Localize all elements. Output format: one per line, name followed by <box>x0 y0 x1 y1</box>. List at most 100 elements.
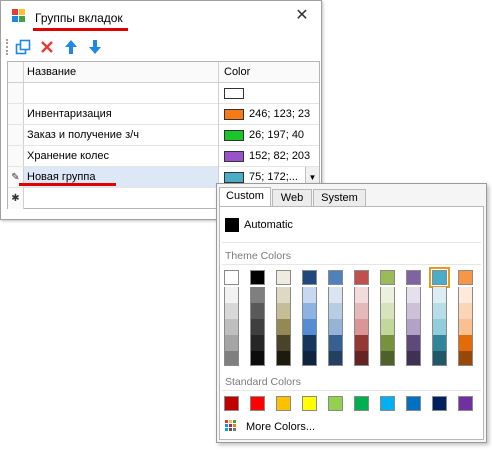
theme-color-swatch[interactable] <box>276 351 291 366</box>
standard-color-swatch[interactable] <box>328 396 343 411</box>
theme-color-swatch[interactable] <box>276 319 291 335</box>
theme-color-swatch[interactable] <box>328 335 343 351</box>
table-row[interactable]: Хранение колес 152; 82; 203 <box>8 146 319 167</box>
delete-button[interactable] <box>38 38 56 56</box>
color-cell[interactable]: 26; 197; 40 <box>218 125 319 146</box>
standard-color-swatch[interactable] <box>406 396 421 411</box>
theme-color-swatch[interactable] <box>250 287 265 303</box>
theme-color-swatch[interactable] <box>224 270 239 285</box>
new-row-marker[interactable]: ✱ <box>8 188 24 209</box>
theme-color-swatch[interactable] <box>276 287 291 303</box>
theme-color-swatch[interactable] <box>354 287 369 303</box>
move-down-button[interactable] <box>86 38 104 56</box>
theme-color-swatch[interactable] <box>276 335 291 351</box>
table-row[interactable]: Инвентаризация 246; 123; 23 <box>8 104 319 125</box>
theme-color-swatch[interactable] <box>354 335 369 351</box>
theme-color-swatch[interactable] <box>354 303 369 319</box>
theme-color-swatch[interactable] <box>224 303 239 319</box>
standard-color-swatch[interactable] <box>224 396 239 411</box>
theme-color-swatch[interactable] <box>406 303 421 319</box>
theme-color-swatch[interactable] <box>432 303 447 319</box>
row-selector[interactable] <box>8 146 24 166</box>
theme-color-swatch[interactable] <box>406 270 421 285</box>
close-button[interactable]: ✕ <box>293 7 311 25</box>
theme-color-swatch[interactable] <box>380 303 395 319</box>
theme-color-swatch[interactable] <box>328 287 343 303</box>
more-colors-link[interactable]: More Colors... <box>246 421 315 433</box>
theme-color-swatch[interactable] <box>429 267 450 288</box>
theme-color-swatch[interactable] <box>328 270 343 285</box>
theme-color-swatch[interactable] <box>224 287 239 303</box>
theme-color-swatch[interactable] <box>458 270 473 285</box>
color-cell[interactable]: 246; 123; 23 <box>218 104 319 125</box>
theme-color-swatch[interactable] <box>380 351 395 366</box>
theme-color-swatch[interactable] <box>224 351 239 366</box>
standard-color-swatch[interactable] <box>354 396 369 411</box>
theme-color-swatch[interactable] <box>458 351 473 366</box>
group-name[interactable]: Новая группа <box>27 171 95 183</box>
theme-color-swatch[interactable] <box>406 335 421 351</box>
color-cell[interactable] <box>218 83 319 104</box>
theme-color-swatch[interactable] <box>328 303 343 319</box>
theme-color-swatch[interactable] <box>432 319 447 335</box>
theme-color-swatch[interactable] <box>458 319 473 335</box>
row-selector[interactable] <box>8 125 24 145</box>
theme-color-swatch[interactable] <box>302 335 317 351</box>
theme-color-swatch[interactable] <box>380 270 395 285</box>
theme-color-swatch[interactable] <box>406 319 421 335</box>
theme-color-swatch[interactable] <box>302 351 317 366</box>
standard-color-swatch[interactable] <box>302 396 317 411</box>
tab-web[interactable]: Web <box>272 189 312 207</box>
theme-color-swatch[interactable] <box>250 319 265 335</box>
theme-color-swatch[interactable] <box>354 351 369 366</box>
tab-system[interactable]: System <box>313 189 366 207</box>
group-name[interactable]: Хранение колес <box>27 150 109 162</box>
color-cell[interactable]: 152; 82; 203 <box>218 146 319 167</box>
theme-color-swatch[interactable] <box>406 351 421 366</box>
theme-color-swatch[interactable] <box>432 351 447 366</box>
theme-color-swatch[interactable] <box>276 303 291 319</box>
tab-custom[interactable]: Custom <box>219 187 271 208</box>
theme-color-swatch[interactable] <box>302 270 317 285</box>
theme-color-swatch[interactable] <box>458 287 473 303</box>
standard-color-swatch[interactable] <box>276 396 291 411</box>
standard-color-swatch[interactable] <box>250 396 265 411</box>
theme-color-swatch[interactable] <box>224 319 239 335</box>
theme-color-swatch[interactable] <box>302 287 317 303</box>
theme-color-swatch[interactable] <box>380 319 395 335</box>
move-up-button[interactable] <box>62 38 80 56</box>
row-selector[interactable] <box>8 83 24 103</box>
table-row[interactable] <box>8 83 319 104</box>
theme-color-swatch[interactable] <box>302 303 317 319</box>
group-name[interactable]: Заказ и получение з/ч <box>27 129 139 141</box>
theme-color-swatch[interactable] <box>354 319 369 335</box>
theme-color-swatch[interactable] <box>250 303 265 319</box>
theme-color-swatch[interactable] <box>328 319 343 335</box>
theme-color-swatch[interactable] <box>432 287 447 303</box>
column-header-name[interactable]: Название <box>27 66 76 78</box>
standard-color-swatch[interactable] <box>432 396 447 411</box>
theme-color-swatch[interactable] <box>458 335 473 351</box>
row-selector[interactable] <box>8 104 24 124</box>
theme-color-swatch[interactable] <box>328 351 343 366</box>
theme-color-swatch[interactable] <box>432 335 447 351</box>
theme-color-swatch[interactable] <box>406 287 421 303</box>
theme-color-swatch[interactable] <box>250 335 265 351</box>
table-row[interactable]: Заказ и получение з/ч 26; 197; 40 <box>8 125 319 146</box>
standard-color-swatch[interactable] <box>380 396 395 411</box>
theme-color-swatch[interactable] <box>250 351 265 366</box>
theme-color-swatch[interactable] <box>224 335 239 351</box>
theme-color-swatch[interactable] <box>458 303 473 319</box>
group-name[interactable]: Инвентаризация <box>27 108 112 120</box>
theme-color-swatch[interactable] <box>380 335 395 351</box>
automatic-label[interactable]: Automatic <box>244 219 293 231</box>
theme-color-swatch[interactable] <box>380 287 395 303</box>
theme-color-swatch[interactable] <box>276 270 291 285</box>
column-header-color-cell[interactable]: Color <box>218 62 319 83</box>
theme-color-swatch[interactable] <box>302 319 317 335</box>
automatic-color-swatch[interactable] <box>225 218 239 232</box>
theme-color-swatch[interactable] <box>354 270 369 285</box>
theme-color-swatch[interactable] <box>250 270 265 285</box>
add-group-button[interactable] <box>14 38 32 56</box>
standard-color-swatch[interactable] <box>458 396 473 411</box>
